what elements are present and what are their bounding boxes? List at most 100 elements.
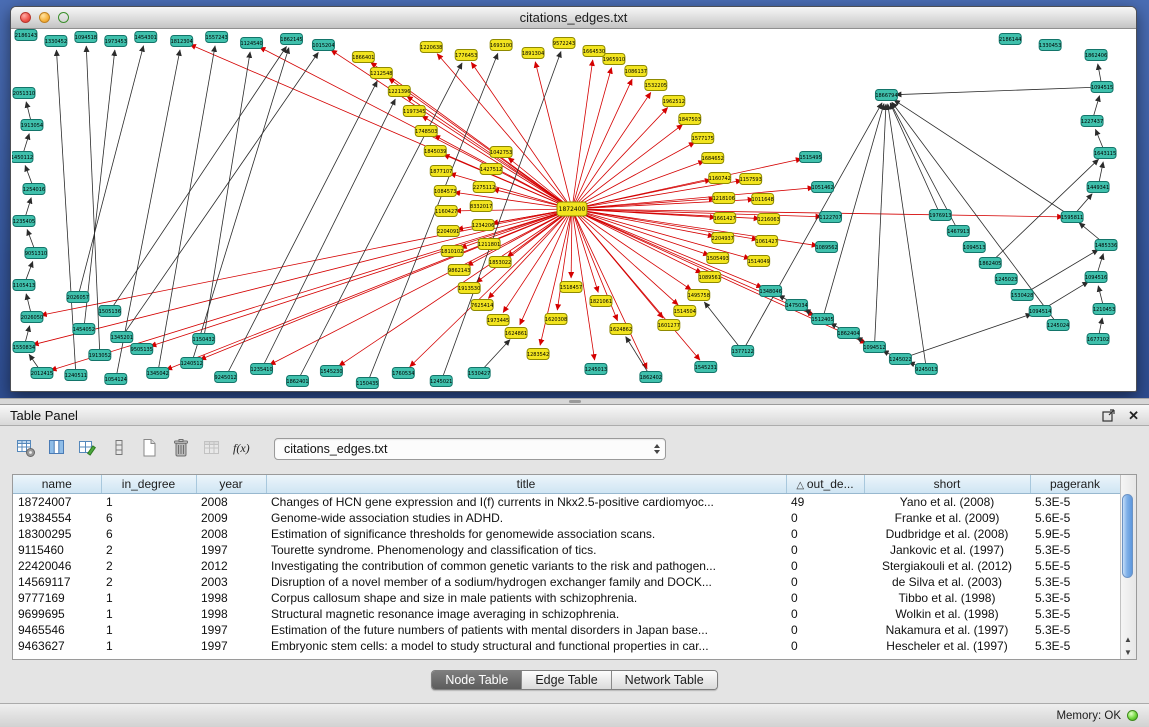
graph-node[interactable]: 1240511 xyxy=(65,370,87,381)
graph-node[interactable]: 1845039 xyxy=(424,146,446,157)
graph-node[interactable]: 1157593 xyxy=(740,174,762,185)
graph-node[interactable]: 1094518 xyxy=(75,32,97,43)
graph-node[interactable]: 2186143 xyxy=(15,30,37,41)
graph-node[interactable]: 1545230 xyxy=(320,366,342,377)
column-header-pagerank[interactable]: pagerank xyxy=(1030,475,1120,494)
graph-node[interactable]: 1089562 xyxy=(815,242,837,253)
graph-node[interactable]: 1485336 xyxy=(1095,240,1117,251)
graph-node[interactable]: 1624861 xyxy=(505,328,527,339)
float-panel-icon[interactable] xyxy=(1102,409,1115,422)
delete-table-button[interactable] xyxy=(167,436,194,463)
graph-node[interactable]: 1601277 xyxy=(658,320,680,331)
graph-node[interactable]: 1812304 xyxy=(171,36,193,47)
table-mode-button[interactable] xyxy=(12,436,39,463)
graph-node[interactable]: 2204091 xyxy=(437,226,459,237)
table-row[interactable]: 1830029562008Estimation of significance … xyxy=(13,526,1120,542)
graph-node[interactable]: 9862143 xyxy=(448,265,470,276)
import-table-button[interactable] xyxy=(198,436,225,463)
graph-node[interactable]: 1664530 xyxy=(583,46,605,57)
graph-node[interactable]: 1216063 xyxy=(758,214,780,225)
graph-node[interactable]: 1862401 xyxy=(286,376,308,387)
graph-node[interactable]: 1427512 xyxy=(480,164,502,175)
graph-node[interactable]: 1245013 xyxy=(585,364,607,375)
graph-node[interactable]: 1212548 xyxy=(370,68,392,79)
table-row[interactable]: 911546021997Tourette syndrome. Phenomeno… xyxy=(13,542,1120,558)
graph-node[interactable]: 1235410 xyxy=(250,364,272,375)
graph-node[interactable]: 1684652 xyxy=(702,153,724,164)
graph-node[interactable]: 1150435 xyxy=(356,378,378,389)
graph-node[interactable]: 1235405 xyxy=(13,216,35,227)
graph-node[interactable]: 1197345 xyxy=(403,106,425,117)
graph-node[interactable]: 1973453 xyxy=(105,36,127,47)
select-columns-button[interactable] xyxy=(43,436,70,463)
graph-node[interactable]: 1973445 xyxy=(487,315,509,326)
graph-node[interactable]: 1011648 xyxy=(752,194,774,205)
graph-node[interactable]: 1810102 xyxy=(441,246,463,257)
insert-column-button[interactable] xyxy=(105,436,132,463)
graph-node[interactable]: 1210453 xyxy=(1093,304,1115,315)
new-table-button[interactable] xyxy=(136,436,163,463)
window-titlebar[interactable]: citations_edges.txt xyxy=(11,7,1136,29)
graph-node[interactable]: 1976913 xyxy=(929,210,951,221)
graph-node[interactable]: 1518457 xyxy=(560,282,582,293)
graph-node[interactable]: 1051462 xyxy=(811,182,833,193)
column-header-short[interactable]: short xyxy=(864,475,1030,494)
graph-node[interactable]: 2012415 xyxy=(31,368,53,379)
graph-node[interactable]: 1094515 xyxy=(1091,82,1113,93)
graph-node[interactable]: 1449341 xyxy=(1087,182,1109,193)
graph-node[interactable]: 1965910 xyxy=(603,54,625,65)
graph-node[interactable]: 1877107 xyxy=(430,166,452,177)
graph-node[interactable]: 1913054 xyxy=(21,120,43,131)
graph-node[interactable]: 1240512 xyxy=(181,358,203,369)
graph-node[interactable]: 1693100 xyxy=(490,40,512,51)
graph-node[interactable]: 1677102 xyxy=(1087,334,1109,345)
graph-node[interactable]: 1505493 xyxy=(707,253,729,264)
graph-node[interactable]: 9245012 xyxy=(215,372,237,383)
graph-node[interactable]: 1218106 xyxy=(713,193,735,204)
graph-node[interactable]: 1505136 xyxy=(99,306,121,317)
graph-node[interactable]: 1094516 xyxy=(1085,272,1107,283)
graph-node-hub[interactable]: 1872400 xyxy=(557,202,587,216)
graph-node[interactable]: 9245013 xyxy=(915,364,937,375)
graph-node[interactable]: 2026050 xyxy=(21,312,43,323)
table-row[interactable]: 2242004622012Investigating the contribut… xyxy=(13,558,1120,574)
graph-node[interactable]: 1124540 xyxy=(240,38,262,49)
scroll-down-icon[interactable]: ▼ xyxy=(1121,646,1135,659)
graph-node[interactable]: 1227437 xyxy=(1081,116,1103,127)
graph-node[interactable]: 1545231 xyxy=(695,362,717,373)
graph-node[interactable]: 1094512 xyxy=(863,342,885,353)
table-row[interactable]: 946362711997Embryonic stem cells: a mode… xyxy=(13,638,1120,654)
graph-node[interactable]: 1760534 xyxy=(392,368,414,379)
graph-node[interactable]: 1467913 xyxy=(947,226,969,237)
graph-node[interactable]: 1345201 xyxy=(111,332,133,343)
table-row[interactable]: 1456911722003Disruption of a novel membe… xyxy=(13,574,1120,590)
graph-node[interactable]: 1866401 xyxy=(352,52,374,63)
graph-node[interactable]: 1514504 xyxy=(674,306,696,317)
graph-node[interactable]: 1862405 xyxy=(979,258,1001,269)
graph-node[interactable]: 1862402 xyxy=(640,372,662,383)
graph-node[interactable]: 1220638 xyxy=(420,42,442,53)
graph-node[interactable]: 1454301 xyxy=(135,32,157,43)
graph-node[interactable]: 1234206 xyxy=(472,220,494,231)
graph-node[interactable]: 1094514 xyxy=(1029,306,1051,317)
graph-node[interactable]: 1624862 xyxy=(610,324,632,335)
graph-node[interactable]: 1211801 xyxy=(478,239,500,250)
graph-node[interactable]: 1160427 xyxy=(435,206,457,217)
graph-node[interactable]: 1348046 xyxy=(760,286,782,297)
edit-table-button[interactable] xyxy=(74,436,101,463)
graph-node[interactable]: 1454052 xyxy=(73,324,95,335)
graph-node[interactable]: 1595811 xyxy=(1061,212,1083,223)
graph-node[interactable]: 1054124 xyxy=(105,374,127,385)
graph-node[interactable]: 1643115 xyxy=(1094,148,1116,159)
scroll-up-icon[interactable]: ▲ xyxy=(1121,633,1135,646)
table-row[interactable]: 1872400712008Changes of HCN gene express… xyxy=(13,494,1120,511)
graph-node[interactable]: 1283542 xyxy=(527,349,549,360)
graph-node[interactable]: 1495758 xyxy=(688,290,710,301)
column-header-year[interactable]: year xyxy=(196,475,266,494)
column-header-title[interactable]: title xyxy=(266,475,786,494)
graph-node[interactable]: 1530428 xyxy=(1011,290,1033,301)
scrollbar-thumb[interactable] xyxy=(1122,494,1133,578)
close-panel-icon[interactable]: ✕ xyxy=(1128,410,1139,421)
graph-node[interactable]: 1847503 xyxy=(679,114,701,125)
table-row[interactable]: 946554611997Estimation of the future num… xyxy=(13,622,1120,638)
